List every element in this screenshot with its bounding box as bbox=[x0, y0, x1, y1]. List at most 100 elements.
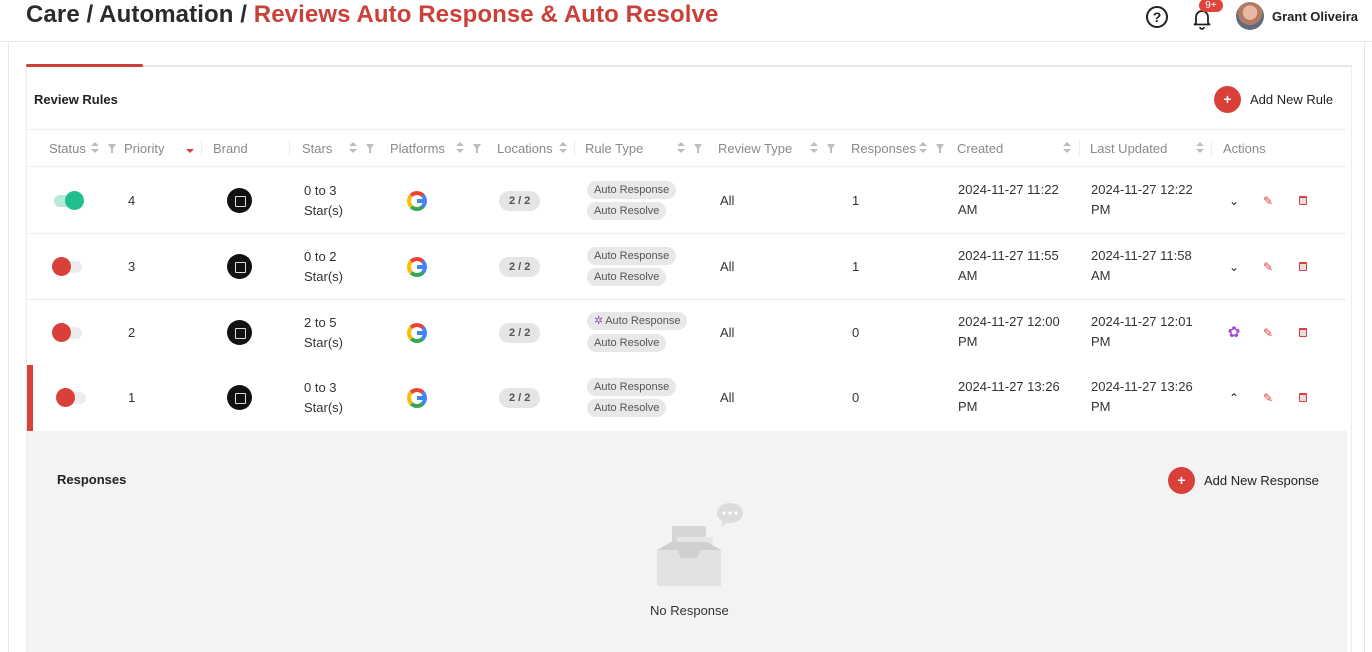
updated-time-suffix: PM bbox=[1091, 202, 1111, 217]
updated-date: 2024-11-27 12:01 PM bbox=[1091, 312, 1193, 352]
toggle-knob bbox=[56, 388, 75, 407]
add-new-response-button[interactable]: + Add New Response bbox=[1168, 467, 1319, 494]
stars-unit: Star(s) bbox=[304, 269, 343, 284]
responses-count: 0 bbox=[852, 325, 860, 340]
user-name[interactable]: Grant Oliveira bbox=[1272, 9, 1358, 24]
sort-icon[interactable] bbox=[1196, 142, 1204, 154]
sort-icon[interactable] bbox=[559, 142, 567, 154]
filter-icon[interactable] bbox=[473, 144, 481, 153]
google-icon bbox=[407, 257, 427, 277]
stars-range: 2 to 5 Star(s) bbox=[304, 313, 343, 353]
breadcrumb[interactable]: Care / Automation / bbox=[26, 1, 254, 28]
locations-badge[interactable]: 2 / 2 bbox=[499, 191, 541, 211]
priority-value: 3 bbox=[128, 259, 136, 274]
breadcrumb-current: Reviews Auto Response & Auto Resolve bbox=[253, 1, 719, 28]
google-icon bbox=[407, 388, 427, 408]
review-type-value: All bbox=[720, 259, 735, 274]
table-row[interactable]: 4 0 to 3 Star(s) 2 / 2 Auto Response Auto… bbox=[27, 168, 1347, 234]
filter-icon[interactable] bbox=[936, 144, 944, 153]
avatar[interactable] bbox=[1236, 2, 1264, 30]
stars-range-text: 0 to 3 bbox=[304, 183, 337, 198]
filter-icon[interactable] bbox=[827, 144, 835, 153]
add-new-response-label: Add New Response bbox=[1204, 473, 1319, 488]
priority-value: 1 bbox=[128, 390, 136, 405]
page-title: Care / Automation / Reviews Auto Respons… bbox=[26, 1, 718, 29]
updated-date: 2024-11-27 12:22 PM bbox=[1091, 180, 1193, 220]
created-date-text: 2024-11-27 13:26 bbox=[958, 379, 1060, 394]
updated-date: 2024-11-27 13:26 PM bbox=[1091, 377, 1193, 417]
responses-count: 0 bbox=[852, 390, 860, 405]
rule-type-tag: Auto Response bbox=[587, 378, 677, 396]
column-stars[interactable]: Stars bbox=[302, 141, 332, 156]
locations-badge[interactable]: 2 / 2 bbox=[499, 257, 541, 277]
edit-icon[interactable]: ✎ bbox=[1258, 257, 1278, 277]
created-time-suffix: PM bbox=[958, 399, 978, 414]
created-time-suffix: AM bbox=[958, 202, 978, 217]
updated-date-text: 2024-11-27 12:01 bbox=[1091, 314, 1193, 329]
column-last-updated[interactable]: Last Updated bbox=[1090, 141, 1167, 156]
delete-icon[interactable] bbox=[1299, 393, 1307, 402]
sort-desc-icon[interactable] bbox=[186, 142, 194, 154]
sort-icon[interactable] bbox=[677, 142, 685, 154]
responses-count: 1 bbox=[852, 193, 860, 208]
edit-icon[interactable]: ✎ bbox=[1258, 388, 1278, 408]
column-rule-type[interactable]: Rule Type bbox=[585, 141, 643, 156]
filter-icon[interactable] bbox=[108, 144, 116, 153]
column-priority[interactable]: Priority bbox=[124, 141, 164, 156]
add-new-rule-button[interactable]: + Add New Rule bbox=[1214, 86, 1333, 113]
column-created[interactable]: Created bbox=[957, 141, 1003, 156]
sort-icon[interactable] bbox=[91, 142, 99, 154]
chevron-up-icon[interactable]: ⌃ bbox=[1224, 388, 1244, 408]
updated-time-suffix: PM bbox=[1091, 399, 1111, 414]
column-review-type[interactable]: Review Type bbox=[718, 141, 792, 156]
column-status[interactable]: Status bbox=[49, 141, 86, 156]
toggle-knob bbox=[65, 191, 84, 210]
ai-flower-icon[interactable]: ✿ bbox=[1224, 323, 1244, 343]
stars-range-text: 0 to 3 bbox=[304, 380, 337, 395]
help-icon[interactable]: ? bbox=[1146, 6, 1168, 28]
delete-icon[interactable] bbox=[1299, 328, 1307, 337]
rule-type-tag: Auto Resolve bbox=[587, 334, 667, 352]
column-divider bbox=[1211, 140, 1212, 157]
column-responses[interactable]: Responses bbox=[851, 141, 916, 156]
delete-icon[interactable] bbox=[1299, 196, 1307, 205]
sort-icon[interactable] bbox=[349, 142, 357, 154]
edit-icon[interactable]: ✎ bbox=[1258, 191, 1278, 211]
rule-type-tag-label: Auto Response bbox=[605, 315, 681, 327]
edit-icon[interactable]: ✎ bbox=[1258, 323, 1278, 343]
created-date: 2024-11-27 11:55 AM bbox=[958, 246, 1059, 286]
plus-icon: + bbox=[1168, 467, 1195, 494]
filter-icon[interactable] bbox=[694, 144, 702, 153]
created-date-text: 2024-11-27 11:22 bbox=[958, 182, 1059, 197]
updated-date: 2024-11-27 11:58 AM bbox=[1091, 246, 1192, 286]
app-header: Care / Automation / Reviews Auto Respons… bbox=[0, 0, 1372, 42]
sort-icon[interactable] bbox=[810, 142, 818, 154]
stars-unit: Star(s) bbox=[304, 335, 343, 350]
table-row[interactable]: 3 0 to 2 Star(s) 2 / 2 Auto Response Auto… bbox=[27, 234, 1347, 300]
brand-logo bbox=[227, 320, 252, 345]
table-row-expanded[interactable]: 1 0 to 3 Star(s) 2 / 2 Auto Response Auto… bbox=[27, 365, 1347, 431]
chevron-down-icon[interactable]: ⌄ bbox=[1224, 191, 1244, 211]
locations-badge[interactable]: 2 / 2 bbox=[499, 323, 541, 343]
delete-icon[interactable] bbox=[1299, 262, 1307, 271]
status-toggle[interactable] bbox=[52, 323, 82, 342]
sort-icon[interactable] bbox=[456, 142, 464, 154]
chevron-down-icon[interactable]: ⌄ bbox=[1224, 257, 1244, 277]
table-row[interactable]: 2 2 to 5 Star(s) 2 / 2 ✲ Auto Response Aut… bbox=[27, 300, 1347, 366]
sort-icon[interactable] bbox=[1063, 142, 1071, 154]
page-border-left bbox=[8, 42, 9, 652]
ai-sparkle-icon: ✲ bbox=[594, 315, 604, 327]
status-toggle[interactable] bbox=[56, 388, 86, 407]
sort-icon[interactable] bbox=[919, 142, 927, 154]
locations-badge[interactable]: 2 / 2 bbox=[499, 388, 541, 408]
filter-icon[interactable] bbox=[366, 144, 374, 153]
created-date-text: 2024-11-27 11:55 bbox=[958, 248, 1059, 263]
stars-range-text: 2 to 5 bbox=[304, 315, 337, 330]
review-type-value: All bbox=[720, 193, 735, 208]
column-locations[interactable]: Locations bbox=[497, 141, 553, 156]
responses-count: 1 bbox=[852, 259, 860, 274]
created-time-suffix: AM bbox=[958, 268, 978, 283]
status-toggle[interactable] bbox=[52, 257, 82, 276]
column-platforms[interactable]: Platforms bbox=[390, 141, 445, 156]
status-toggle[interactable] bbox=[54, 191, 84, 210]
